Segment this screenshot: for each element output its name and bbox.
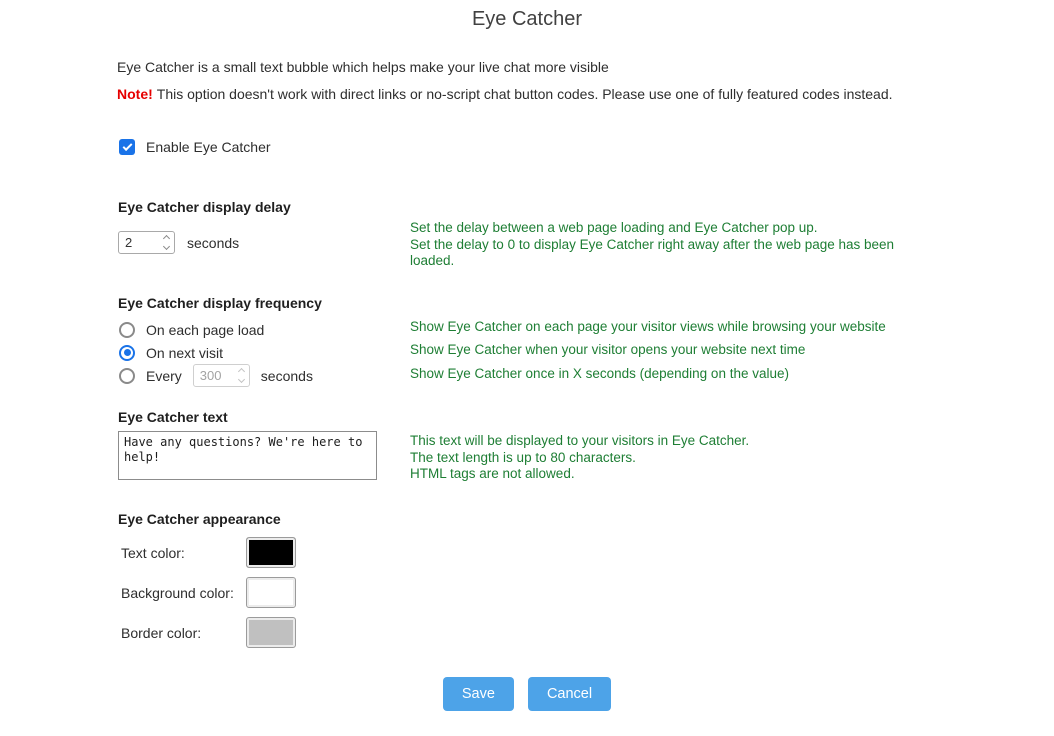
radio-selected-icon[interactable] [119, 345, 135, 361]
spin-down-icon[interactable] [163, 243, 170, 250]
display-frequency-header: Eye Catcher display frequency [118, 295, 322, 311]
text-color-swatch[interactable] [246, 537, 296, 568]
delay-seconds-input[interactable]: 2 [118, 231, 175, 254]
note-label: Note! [117, 86, 153, 102]
delay-unit-label: seconds [187, 235, 239, 251]
frequency-option-each-page-load[interactable]: On each page load [119, 318, 264, 341]
cancel-button[interactable]: Cancel [528, 677, 611, 711]
note-text: Note!This option doesn't work with direc… [117, 86, 893, 102]
check-icon [122, 141, 132, 151]
text-help-line: The text length is up to 80 characters. [410, 450, 890, 467]
delay-seconds-value: 2 [125, 235, 132, 250]
spin-up-icon [238, 368, 245, 375]
text-help-block: This text will be displayed to your visi… [410, 433, 890, 483]
background-color-swatch[interactable] [246, 577, 296, 608]
eye-catcher-text-header: Eye Catcher text [118, 409, 228, 425]
eye-catcher-settings-page: Eye Catcher Eye Catcher is a small text … [0, 0, 1054, 736]
frequency-option-every-x-seconds[interactable]: Every 300 seconds [119, 364, 313, 387]
display-delay-row: 2 seconds [118, 231, 239, 254]
delay-help-line: Set the delay between a web page loading… [410, 220, 910, 237]
text-help-line: This text will be displayed to your visi… [410, 433, 890, 450]
display-delay-header: Eye Catcher display delay [118, 199, 291, 215]
frequency-help-next-visit: Show Eye Catcher when your visitor opens… [410, 342, 930, 359]
border-color-swatch[interactable] [246, 617, 296, 648]
text-color-row: Text color: [121, 537, 296, 568]
eye-catcher-text-input[interactable]: Have any questions? We're here to help! [118, 431, 377, 480]
background-color-label: Background color: [121, 585, 246, 601]
enable-eye-catcher-checkbox-row[interactable]: Enable Eye Catcher [119, 139, 271, 155]
frequency-seconds-value: 300 [200, 368, 222, 383]
note-body: This option doesn't work with direct lin… [157, 86, 893, 102]
delay-help-line: Set the delay to 0 to display Eye Catche… [410, 237, 910, 270]
frequency-help-each-page: Show Eye Catcher on each page your visit… [410, 319, 930, 336]
text-color-label: Text color: [121, 545, 246, 561]
spinner-icon[interactable] [164, 236, 169, 249]
enable-checkbox[interactable] [119, 139, 135, 155]
radio-icon[interactable] [119, 368, 135, 384]
frequency-help-every-x: Show Eye Catcher once in X seconds (depe… [410, 366, 930, 383]
text-help-line: HTML tags are not allowed. [410, 466, 890, 483]
action-buttons: Save Cancel [0, 677, 1054, 711]
delay-help-text: Set the delay between a web page loading… [410, 220, 910, 270]
border-color-row: Border color: [121, 617, 296, 648]
border-color-label: Border color: [121, 625, 246, 641]
spin-down-icon [238, 376, 245, 383]
intro-text: Eye Catcher is a small text bubble which… [117, 59, 609, 75]
page-title: Eye Catcher [0, 8, 1054, 31]
save-button[interactable]: Save [443, 677, 514, 711]
appearance-header: Eye Catcher appearance [118, 511, 281, 527]
enable-checkbox-label: Enable Eye Catcher [146, 139, 271, 155]
frequency-unit-label: seconds [261, 368, 313, 384]
radio-icon[interactable] [119, 322, 135, 338]
spinner-icon [239, 369, 244, 382]
frequency-option-label: On next visit [146, 345, 223, 361]
spin-up-icon[interactable] [163, 235, 170, 242]
frequency-option-label: Every [146, 368, 182, 384]
background-color-row: Background color: [121, 577, 296, 608]
frequency-seconds-input[interactable]: 300 [193, 364, 250, 387]
frequency-option-label: On each page load [146, 322, 264, 338]
frequency-option-next-visit[interactable]: On next visit [119, 341, 223, 364]
